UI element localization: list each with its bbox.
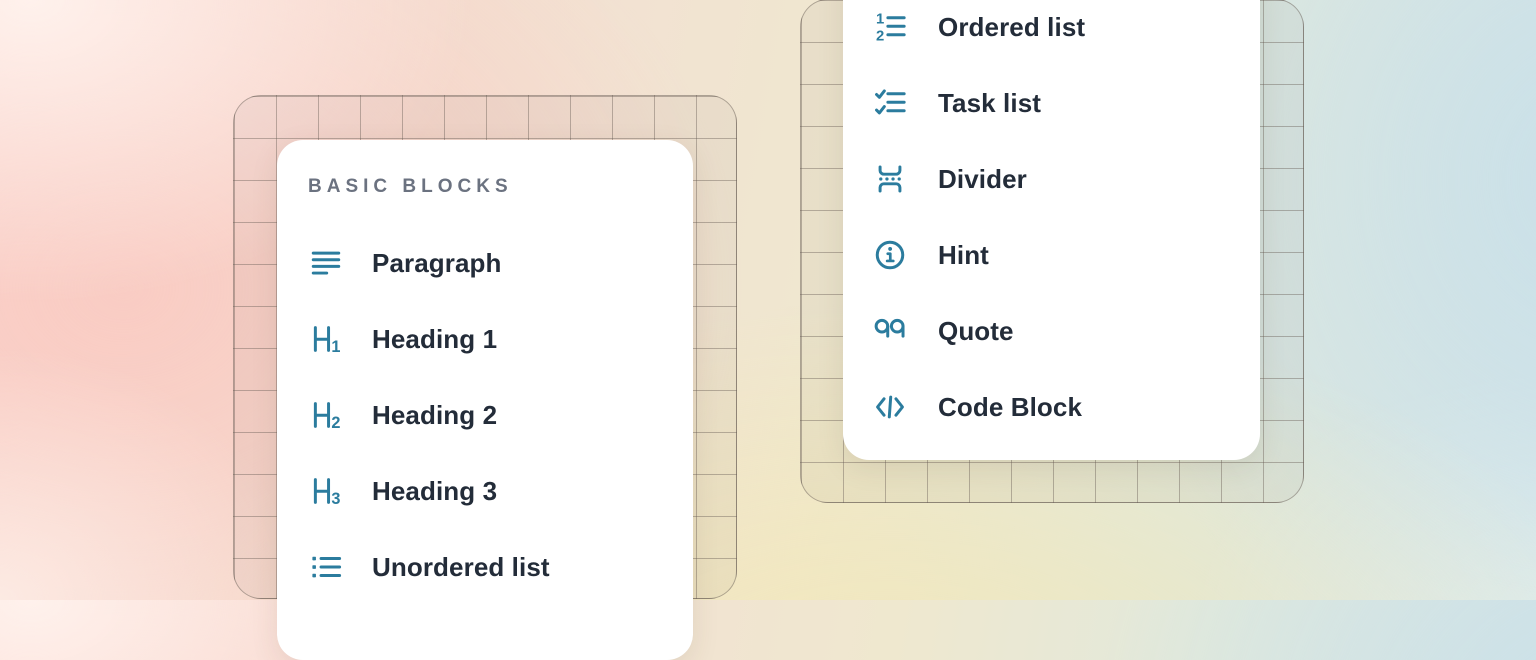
menu-item[interactable]: Divider — [843, 141, 1260, 217]
unordered-list-icon — [308, 549, 344, 585]
blocks-card-right: 12 Ordered list Task list Divider Hint Q… — [843, 0, 1260, 460]
menu-item[interactable]: Quote — [843, 293, 1260, 369]
divider-icon — [872, 161, 908, 197]
heading-3-icon: 3 — [308, 473, 344, 509]
section-header: BASIC BLOCKS — [308, 176, 693, 198]
svg-text:1: 1 — [331, 338, 340, 356]
code-block-icon — [872, 389, 908, 425]
menu-item[interactable]: 12 Ordered list — [843, 0, 1260, 65]
menu-item-label: Heading 2 — [372, 400, 497, 431]
menu-item[interactable]: Task list — [843, 65, 1260, 141]
basic-blocks-card: BASIC BLOCKS Paragraph 1 Heading 1 2 Hea… — [277, 140, 693, 660]
ordered-list-icon: 12 — [872, 9, 908, 45]
menu-item[interactable]: 3 Heading 3 — [277, 453, 693, 529]
heading-1-icon: 1 — [308, 321, 344, 357]
menu-item-label: Task list — [938, 88, 1041, 119]
menu-item-label: Hint — [938, 240, 989, 271]
quote-icon — [872, 313, 908, 349]
menu-item[interactable]: 2 Heading 2 — [277, 377, 693, 453]
right-card-items: 12 Ordered list Task list Divider Hint Q… — [843, 0, 1260, 445]
menu-item[interactable]: Hint — [843, 217, 1260, 293]
menu-item-label: Ordered list — [938, 12, 1085, 43]
menu-item-label: Heading 1 — [372, 324, 497, 355]
svg-text:3: 3 — [331, 490, 340, 508]
svg-text:2: 2 — [331, 414, 340, 432]
menu-item-label: Code Block — [938, 392, 1082, 423]
svg-text:2: 2 — [876, 29, 884, 44]
menu-item-label: Paragraph — [372, 248, 502, 279]
hint-icon — [872, 237, 908, 273]
menu-item-label: Quote — [938, 316, 1014, 347]
task-list-icon — [872, 85, 908, 121]
menu-item-label: Unordered list — [372, 552, 550, 583]
menu-item[interactable]: Code Block — [843, 369, 1260, 445]
menu-item[interactable]: Paragraph — [277, 225, 693, 301]
paragraph-icon — [308, 245, 344, 281]
left-card-items: Paragraph 1 Heading 1 2 Heading 2 3 Head… — [277, 225, 693, 605]
menu-item[interactable]: Unordered list — [277, 529, 693, 605]
menu-item-label: Divider — [938, 164, 1027, 195]
heading-2-icon: 2 — [308, 397, 344, 433]
menu-item[interactable]: 1 Heading 1 — [277, 301, 693, 377]
menu-item-label: Heading 3 — [372, 476, 497, 507]
svg-text:1: 1 — [876, 12, 884, 28]
